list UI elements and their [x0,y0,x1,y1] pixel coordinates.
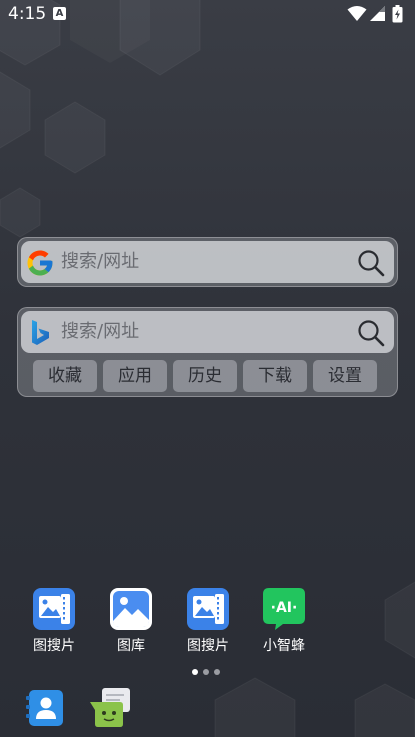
google-logo-icon [27,250,53,276]
app-image-search-1[interactable]: 图搜片 [19,588,89,655]
app-gallery[interactable]: 图库 [96,588,166,655]
page-dot-active [192,669,198,675]
app-ai-assistant[interactable]: ·AI· 小智蜂 [249,588,319,655]
ai-icon-text: ·AI· [271,600,298,616]
bing-search-bar[interactable]: 搜索/网址 [21,311,394,353]
signal-icon [370,6,385,21]
ai-assistant-app-icon: ·AI· [263,588,305,630]
page-dot [203,669,209,675]
messages-app-icon [90,688,130,727]
shortcut-row: 收藏 应用 历史 下载 设置 [33,360,384,392]
google-search-widget: 搜索/网址 [17,237,398,287]
search-icon[interactable] [356,248,386,278]
shortcut-apps[interactable]: 应用 [103,360,167,392]
shortcut-bookmarks[interactable]: 收藏 [33,360,97,392]
dock-contacts[interactable] [25,688,67,730]
page-indicator [192,669,224,677]
status-time: 4:15 [8,4,47,24]
bing-search-placeholder: 搜索/网址 [61,321,140,342]
contacts-app-icon [26,690,63,726]
status-icons [347,5,407,23]
page-dot [214,669,220,675]
app-label: 图搜片 [33,638,75,654]
app-label: 图库 [117,638,145,654]
google-search-bar[interactable]: 搜索/网址 [21,241,394,283]
app-label: 图搜片 [187,638,229,654]
bing-search-widget: 搜索/网址 收藏 应用 历史 下载 设置 [17,307,398,397]
image-search-app-icon [187,588,229,630]
shortcut-history[interactable]: 历史 [173,360,237,392]
shortcut-downloads[interactable]: 下载 [243,360,307,392]
gallery-app-icon [110,588,152,630]
search-icon[interactable] [356,318,386,348]
wifi-icon [347,6,367,21]
battery-icon [392,5,403,23]
google-search-placeholder: 搜索/网址 [61,251,140,272]
notification-icon: A [53,7,66,20]
app-label: 小智蜂 [263,638,305,654]
shortcut-settings[interactable]: 设置 [313,360,377,392]
app-image-search-2[interactable]: 图搜片 [173,588,243,655]
status-bar: 4:15 A [0,0,415,28]
bing-logo-icon [32,320,49,345]
dock-messages[interactable] [90,688,132,730]
image-search-app-icon [33,588,75,630]
